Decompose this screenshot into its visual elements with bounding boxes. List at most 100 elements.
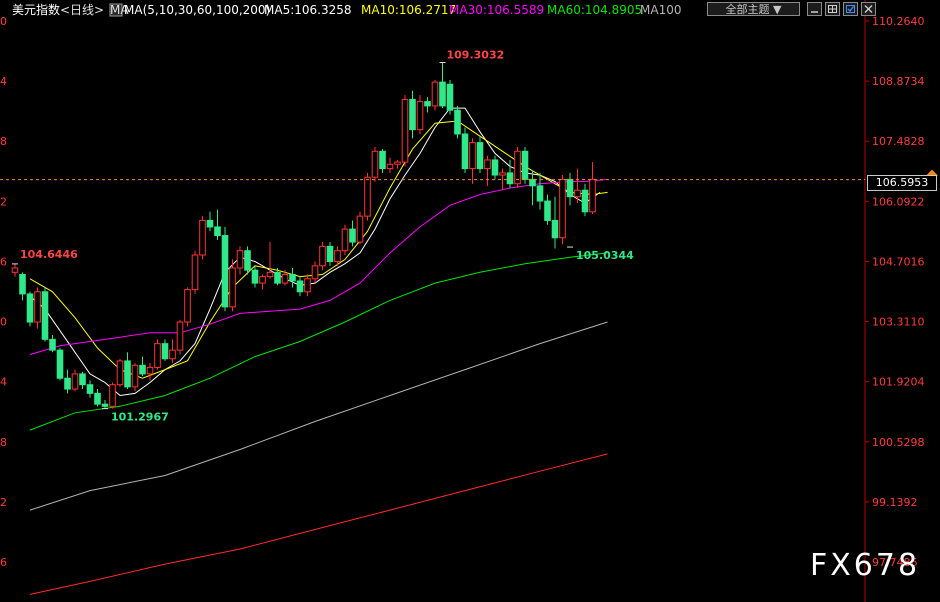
candle[interactable]: [446, 79, 454, 115]
candle-body: [394, 161, 401, 165]
candle[interactable]: [34, 287, 41, 329]
candle[interactable]: [56, 347, 64, 381]
y-tick-label: 106.0922: [872, 195, 925, 208]
candle[interactable]: [461, 127, 469, 173]
candle[interactable]: [521, 146, 529, 184]
candle-body: [476, 142, 484, 170]
current-price-tag: 106.5953: [867, 175, 937, 191]
candle[interactable]: [424, 97, 431, 113]
candle[interactable]: [341, 224, 349, 256]
candle-body: [581, 189, 589, 213]
candle[interactable]: [289, 267, 296, 288]
moving-average-lines: [29, 107, 608, 595]
candle-body: [461, 133, 469, 170]
candle[interactable]: [79, 371, 86, 390]
y-axis: 110.2640 0 108.8734 4 107.4828 8 106.0922 2 104.…: [0, 0, 925, 602]
left-tick-label: 6: [0, 255, 7, 268]
candle[interactable]: [86, 380, 94, 398]
candle[interactable]: [101, 399, 109, 409]
candle[interactable]: [581, 183, 589, 217]
candle[interactable]: [514, 146, 521, 189]
candle-body: [491, 159, 499, 176]
period-label[interactable]: <日线>: [60, 3, 104, 17]
candle[interactable]: [431, 79, 439, 111]
candle-body: [41, 291, 49, 340]
candle[interactable]: [386, 157, 394, 173]
y-tick-label: 108.8734: [872, 75, 925, 88]
minimize-icon[interactable]: [807, 2, 822, 16]
candle-body: [229, 267, 236, 308]
candle[interactable]: [139, 356, 146, 377]
candle-body: [559, 178, 566, 239]
candle-body: [251, 269, 259, 284]
candle[interactable]: [154, 339, 161, 370]
candle[interactable]: [356, 211, 364, 245]
checkbox-icon[interactable]: [843, 2, 858, 16]
candle[interactable]: [326, 242, 334, 266]
candle[interactable]: [491, 155, 499, 180]
candle[interactable]: [109, 382, 116, 409]
candle[interactable]: [214, 209, 221, 240]
candle[interactable]: [206, 211, 214, 232]
candle[interactable]: [371, 146, 379, 182]
candle[interactable]: [19, 272, 26, 301]
candle[interactable]: [251, 265, 259, 288]
candle[interactable]: [161, 339, 169, 361]
candle-body: [424, 101, 431, 107]
candle[interactable]: [379, 149, 386, 173]
candle[interactable]: [409, 90, 416, 139]
grid-icon[interactable]: [825, 2, 840, 16]
candle[interactable]: [544, 194, 551, 225]
candle-body: [101, 403, 109, 407]
candle[interactable]: [146, 363, 154, 381]
candle[interactable]: [64, 369, 71, 394]
candle[interactable]: [26, 291, 34, 327]
candle[interactable]: [469, 138, 476, 184]
candle[interactable]: [304, 274, 311, 297]
candle[interactable]: [71, 369, 79, 392]
candle[interactable]: [484, 155, 491, 186]
candle[interactable]: [311, 261, 319, 284]
candle[interactable]: [559, 175, 566, 245]
candle[interactable]: [566, 172, 574, 206]
candle[interactable]: [296, 276, 304, 297]
candle[interactable]: [124, 352, 131, 390]
candle[interactable]: [131, 363, 139, 392]
candle[interactable]: [589, 162, 596, 214]
close-icon[interactable]: [861, 2, 876, 16]
candle-body: [169, 349, 176, 360]
candle[interactable]: [394, 159, 401, 169]
candle[interactable]: [244, 246, 251, 275]
candle[interactable]: [439, 62, 446, 109]
candle-body: [454, 109, 461, 135]
candle[interactable]: [266, 242, 274, 279]
candle[interactable]: [176, 319, 184, 355]
candle[interactable]: [41, 287, 49, 342]
candle[interactable]: [191, 250, 199, 294]
theme-select[interactable]: 全部主题 ▼: [707, 2, 800, 16]
candle[interactable]: [184, 287, 191, 327]
candle[interactable]: [236, 246, 244, 275]
candle[interactable]: [221, 226, 229, 312]
candle[interactable]: [199, 216, 206, 260]
ma10-value: MA10:106.2717: [361, 3, 456, 17]
y-tick-label: 103.3110: [872, 316, 925, 329]
candle[interactable]: [169, 339, 176, 364]
candle[interactable]: [551, 196, 559, 249]
candle[interactable]: [401, 95, 409, 167]
candle[interactable]: [416, 95, 424, 134]
candle[interactable]: [454, 105, 461, 139]
candle[interactable]: [116, 358, 124, 387]
candle[interactable]: [11, 264, 19, 277]
candle[interactable]: [259, 274, 266, 290]
candle-body: [506, 172, 514, 185]
candle[interactable]: [319, 242, 326, 271]
candle[interactable]: [94, 389, 101, 407]
candle[interactable]: [349, 220, 356, 247]
candle[interactable]: [476, 136, 484, 173]
candle[interactable]: [536, 172, 544, 210]
candlesticks[interactable]: [11, 62, 596, 409]
candle[interactable]: [49, 334, 56, 353]
candle[interactable]: [529, 170, 536, 206]
candle-body: [379, 150, 386, 170]
